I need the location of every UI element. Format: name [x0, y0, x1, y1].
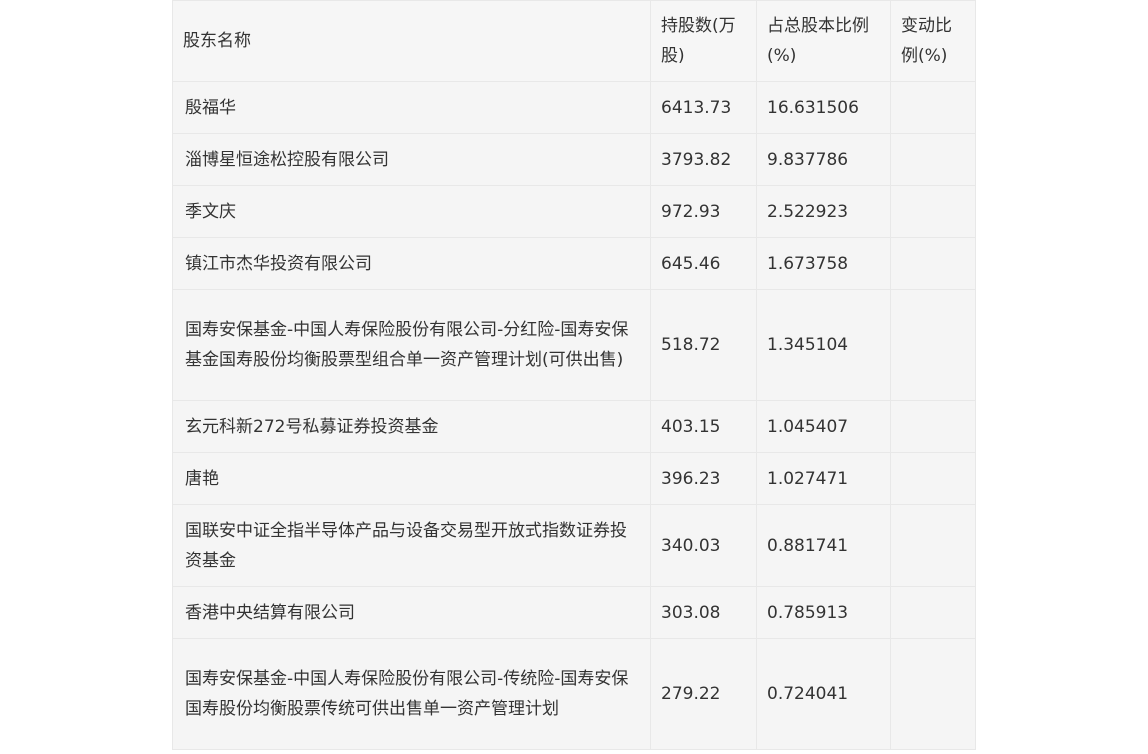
cell-ratio: 16.631506: [756, 81, 891, 134]
table-row: 国寿安保基金-中国人寿保险股份有限公司-分红险-国寿安保基金国寿股份均衡股票型组…: [172, 289, 976, 401]
table-row: 国寿安保基金-中国人寿保险股份有限公司-传统险-国寿安保国寿股份均衡股票传统可供…: [172, 638, 976, 750]
header-shares: 持股数(万股): [650, 0, 757, 82]
cell-shares: 972.93: [650, 185, 757, 238]
page: 股东名称 持股数(万股) 占总股本比例(%) 变动比例(%) 殷福华 6413.…: [0, 0, 1148, 754]
cell-ratio: 1.345104: [756, 289, 891, 401]
table-row: 季文庆 972.93 2.522923: [172, 185, 976, 238]
cell-ratio: 1.045407: [756, 400, 891, 453]
cell-name: 国联安中证全指半导体产品与设备交易型开放式指数证券投资基金: [172, 504, 651, 587]
table-row: 殷福华 6413.73 16.631506: [172, 81, 976, 134]
cell-change: [890, 185, 976, 238]
cell-name: 国寿安保基金-中国人寿保险股份有限公司-传统险-国寿安保国寿股份均衡股票传统可供…: [172, 638, 651, 750]
table-body: 殷福华 6413.73 16.631506 淄博星恒途松控股有限公司 3793.…: [172, 81, 976, 750]
table-row: 玄元科新272号私募证券投资基金 403.15 1.045407: [172, 400, 976, 453]
header-change: 变动比例(%): [890, 0, 976, 82]
cell-name: 季文庆: [172, 185, 651, 238]
header-ratio: 占总股本比例(%): [756, 0, 891, 82]
cell-shares: 3793.82: [650, 133, 757, 186]
cell-ratio: 2.522923: [756, 185, 891, 238]
cell-change: [890, 400, 976, 453]
cell-name: 镇江市杰华投资有限公司: [172, 237, 651, 290]
cell-name: 玄元科新272号私募证券投资基金: [172, 400, 651, 453]
cell-ratio: 1.027471: [756, 452, 891, 505]
cell-shares: 340.03: [650, 504, 757, 587]
cell-change: [890, 133, 976, 186]
cell-name: 唐艳: [172, 452, 651, 505]
cell-shares: 279.22: [650, 638, 757, 750]
cell-name: 淄博星恒途松控股有限公司: [172, 133, 651, 186]
cell-change: [890, 586, 976, 639]
cell-shares: 403.15: [650, 400, 757, 453]
cell-change: [890, 237, 976, 290]
cell-name: 国寿安保基金-中国人寿保险股份有限公司-分红险-国寿安保基金国寿股份均衡股票型组…: [172, 289, 651, 401]
header-row: 股东名称 持股数(万股) 占总股本比例(%) 变动比例(%): [172, 0, 976, 82]
table-row: 镇江市杰华投资有限公司 645.46 1.673758: [172, 237, 976, 290]
table-row: 淄博星恒途松控股有限公司 3793.82 9.837786: [172, 133, 976, 186]
table-row: 唐艳 396.23 1.027471: [172, 452, 976, 505]
table-row: 香港中央结算有限公司 303.08 0.785913: [172, 586, 976, 639]
cell-ratio: 0.724041: [756, 638, 891, 750]
table-header: 股东名称 持股数(万股) 占总股本比例(%) 变动比例(%): [172, 0, 976, 82]
cell-change: [890, 289, 976, 401]
cell-shares: 645.46: [650, 237, 757, 290]
cell-shares: 6413.73: [650, 81, 757, 134]
cell-shares: 396.23: [650, 452, 757, 505]
cell-change: [890, 452, 976, 505]
cell-change: [890, 504, 976, 587]
cell-shares: 303.08: [650, 586, 757, 639]
shareholders-table: 股东名称 持股数(万股) 占总股本比例(%) 变动比例(%) 殷福华 6413.…: [172, 0, 976, 750]
cell-ratio: 0.881741: [756, 504, 891, 587]
cell-ratio: 0.785913: [756, 586, 891, 639]
cell-shares: 518.72: [650, 289, 757, 401]
cell-ratio: 1.673758: [756, 237, 891, 290]
cell-name: 香港中央结算有限公司: [172, 586, 651, 639]
cell-change: [890, 638, 976, 750]
cell-name: 殷福华: [172, 81, 651, 134]
cell-ratio: 9.837786: [756, 133, 891, 186]
table-row: 国联安中证全指半导体产品与设备交易型开放式指数证券投资基金 340.03 0.8…: [172, 504, 976, 587]
header-shareholder-name: 股东名称: [172, 0, 651, 82]
cell-change: [890, 81, 976, 134]
